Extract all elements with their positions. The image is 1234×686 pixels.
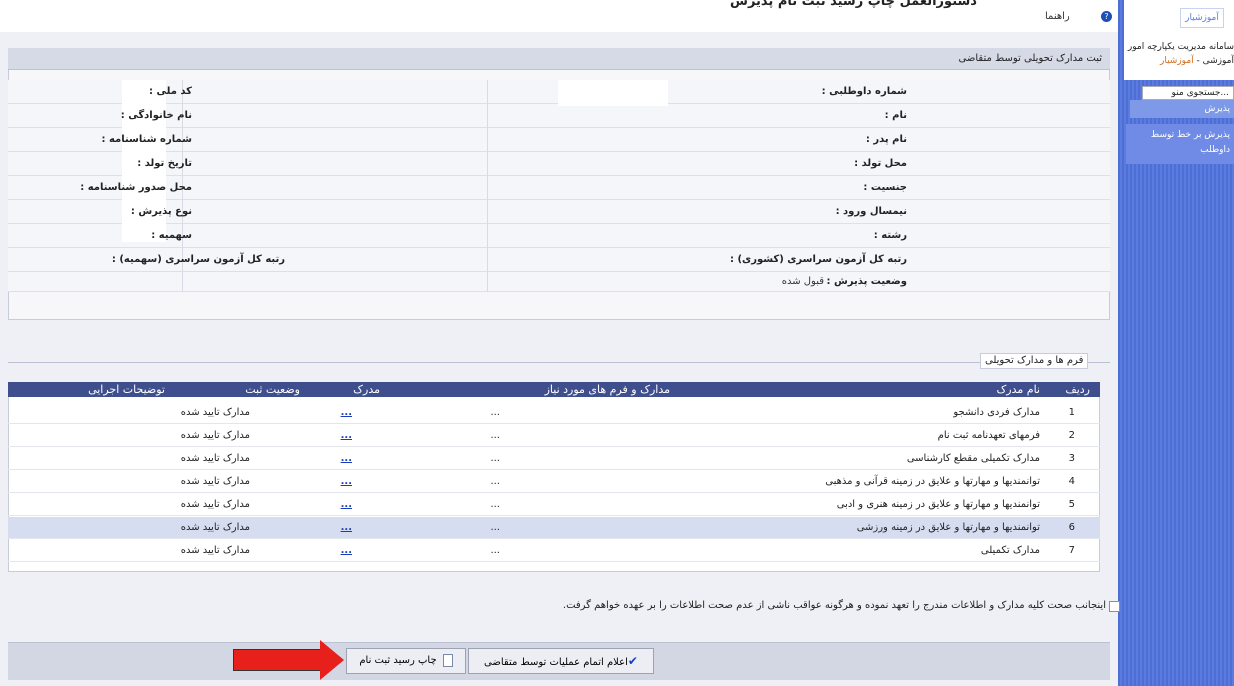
help-icon[interactable]: ?	[1101, 11, 1112, 22]
row-document-link[interactable]: ...	[341, 471, 352, 493]
print-receipt-button[interactable]: چاپ رسید ثبت نام	[346, 648, 466, 674]
system-title-accent: آموزشیار	[1159, 56, 1194, 66]
row-document-link[interactable]: ...	[341, 540, 352, 562]
label-entry-semester: نیمسال ورود :	[835, 206, 907, 217]
info-row	[8, 272, 1110, 292]
menu-search-input[interactable]: جستجوی منو...	[1142, 86, 1234, 100]
table-row: 2 فرمهای تعهدنامه ثبت نام ... ... مدارک …	[8, 425, 1100, 447]
row-status: مدارک تایید شده	[180, 499, 250, 510]
row-document-name: فرمهای تعهدنامه ثبت نام	[937, 430, 1040, 441]
col-document: مدرک	[353, 383, 380, 396]
row-document-name: مدارک تکمیلی مقطع کارشناسی	[906, 453, 1040, 464]
red-arrow-annotation	[233, 649, 323, 671]
documents-legend: فرم ها و مدارک تحویلی	[980, 353, 1089, 369]
label-admission-status: وضعیت پذیرش :	[826, 276, 907, 287]
col-required-forms: مدارک و فرم های مورد نیاز	[544, 383, 670, 396]
label-gender: جنسیت :	[863, 182, 907, 193]
table-row: 5 توانمندیها و مهارتها و علایق در زمینه …	[8, 494, 1100, 516]
logo: آموزشیار	[1180, 8, 1224, 28]
table-row: 4 توانمندیها و مهارتها و علایق در زمینه …	[8, 471, 1100, 493]
row-status: مدارک تایید شده	[180, 453, 250, 464]
label-major: رشته :	[873, 230, 907, 241]
redacted-value	[558, 80, 668, 106]
row-required: ...	[490, 545, 500, 556]
row-status: مدارک تایید شده	[180, 407, 250, 418]
red-arrow-head	[320, 640, 344, 680]
col-document-name: نام مدرک	[996, 383, 1040, 396]
agreement-checkbox[interactable]	[1109, 601, 1120, 612]
row-document-name: توانمندیها و مهارتها و علایق در زمینه ور…	[856, 522, 1040, 533]
row-required: ...	[490, 453, 500, 464]
row-document-link[interactable]: ...	[341, 402, 352, 424]
row-document-name: مدارک فردی دانشجو	[953, 407, 1040, 418]
table-row-selected: 6 توانمندیها و مهارتها و علایق در زمینه …	[8, 517, 1100, 539]
row-required: ...	[490, 430, 500, 441]
row-required: ...	[490, 476, 500, 487]
table-row: 1 مدارک فردی دانشجو ... ... مدارک تایید …	[8, 402, 1100, 424]
complete-button-label: اعلام اتمام عملیات توسط متقاضی	[484, 657, 628, 668]
label-quota-rank: رتبه کل آزمون سراسری (سهمیه) :	[111, 254, 285, 265]
row-document-link[interactable]: ...	[341, 448, 352, 470]
row-number: 7	[1068, 545, 1075, 556]
label-birthdate: تاریخ تولد :	[137, 158, 192, 169]
system-title: سامانه مدیریت یکپارچه امور آموزشی - آموز…	[1124, 40, 1234, 68]
sidebar-item-online-admission[interactable]: پذیرش بر خط توسط داوطلب	[1126, 124, 1234, 164]
row-number: 3	[1068, 453, 1075, 464]
label-national-id: کد ملی :	[149, 86, 192, 97]
label-id-number: شماره شناسنامه :	[101, 134, 192, 145]
label-last-name: نام خانوادگی :	[120, 110, 192, 121]
label-national-rank: رتبه کل آزمون سراسری (کشوری) :	[729, 254, 907, 265]
column-divider	[487, 80, 488, 292]
system-title-line2: آموزشی - آموزشیار	[1124, 54, 1234, 68]
complete-submission-button[interactable]: ✔اعلام اتمام عملیات توسط متقاضی	[468, 648, 654, 674]
label-admission-type: نوع پذیرش :	[130, 206, 192, 217]
col-status: وضعیت ثبت	[245, 383, 300, 396]
table-row: 3 مدارک تکمیلی مقطع کارشناسی ... ... مدا…	[8, 448, 1100, 470]
page-heading: دستورالعمل چاپ رسید ثبت نام پذیرش	[730, 0, 977, 9]
row-status: مدارک تایید شده	[180, 476, 250, 487]
row-number: 4	[1068, 476, 1075, 487]
label-issue-place: محل صدور شناسنامه :	[80, 182, 192, 193]
label-quota: سهمیه :	[151, 230, 192, 241]
system-title-line1: سامانه مدیریت یکپارچه امور	[1127, 42, 1234, 52]
row-document-name: توانمندیها و مهارتها و علایق در زمینه هن…	[836, 499, 1040, 510]
col-row-number: ردیف	[1065, 383, 1090, 396]
documents-table-header: ردیف نام مدرک مدارک و فرم های مورد نیاز …	[8, 382, 1100, 397]
agreement-text: اینجانب صحت کلیه مدارک و اطلاعات مندرج ر…	[562, 600, 1106, 611]
document-icon	[442, 653, 453, 667]
check-icon: ✔	[627, 654, 638, 668]
row-document-link[interactable]: ...	[341, 494, 352, 516]
row-status: مدارک تایید شده	[180, 522, 250, 533]
system-title-line2a: آموزشی -	[1193, 56, 1234, 66]
row-status: مدارک تایید شده	[180, 430, 250, 441]
label-first-name: نام :	[884, 110, 907, 121]
col-notes: توضیحات اجرایی	[88, 383, 165, 396]
sidebar-section-admission[interactable]: پذیرش	[1130, 100, 1234, 118]
label-birthplace: محل تولد :	[854, 158, 907, 169]
row-number: 6	[1068, 522, 1075, 533]
admission-status-value: قبول شده	[781, 276, 824, 287]
row-required: ...	[490, 407, 500, 418]
row-document-name: توانمندیها و مهارتها و علایق در زمینه قر…	[825, 476, 1040, 487]
form-title: ثبت مدارک تحویلی توسط متقاضی	[8, 48, 1110, 70]
table-row: 7 مدارک تکمیلی ... ... مدارک تایید شده	[8, 540, 1100, 562]
print-button-label: چاپ رسید ثبت نام	[359, 655, 437, 666]
row-status: مدارک تایید شده	[180, 545, 250, 556]
label-father-name: نام پدر :	[865, 134, 907, 145]
row-required: ...	[490, 499, 500, 510]
row-document-link[interactable]: ...	[341, 425, 352, 447]
row-document-link[interactable]: ...	[341, 517, 352, 539]
row-document-name: مدارک تکمیلی	[980, 545, 1040, 556]
row-number: 5	[1068, 499, 1075, 510]
label-applicant-number: شماره داوطلبی :	[821, 86, 907, 97]
row-number: 1	[1068, 407, 1075, 418]
row-number: 2	[1068, 430, 1075, 441]
help-link[interactable]: راهنما	[1045, 11, 1070, 22]
row-required: ...	[490, 522, 500, 533]
